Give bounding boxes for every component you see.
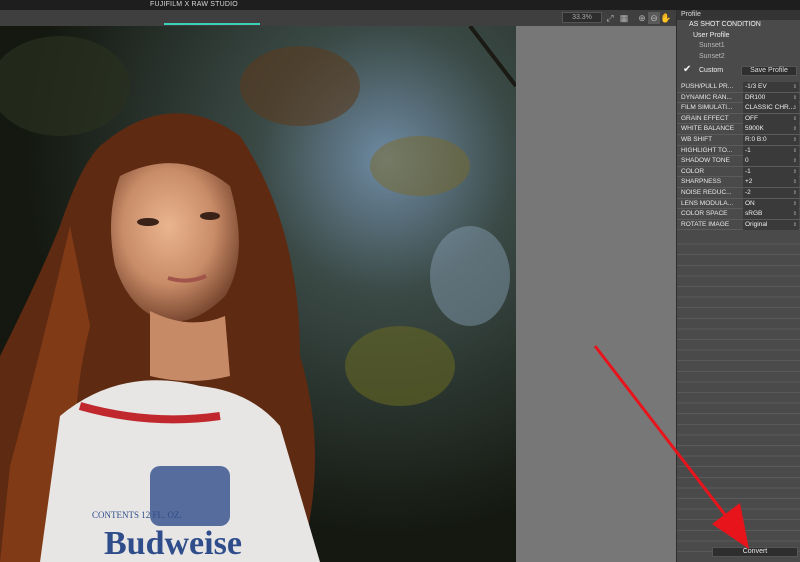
- updown-arrows-icon: ⇕: [792, 126, 797, 133]
- setting-label: FILM SIMULATI...: [681, 104, 733, 112]
- setting-value-select[interactable]: -1 ⇕: [743, 166, 799, 177]
- settings-list: PUSH/PULL PR... -1/3 EV ⇕ DYNAMIC RAN... DR1…: [677, 82, 800, 231]
- setting-label: COLOR SPACE: [681, 210, 728, 218]
- updown-arrows-icon: ⇕: [792, 179, 797, 186]
- zoom-in-icon[interactable]: ⊕: [636, 12, 648, 24]
- setting-label: LENS MODULA...: [681, 199, 734, 207]
- setting-value: -1: [745, 167, 751, 175]
- updown-arrows-icon: ⇕: [792, 115, 797, 122]
- setting-value: 0: [745, 157, 749, 165]
- setting-value: +2: [745, 178, 753, 186]
- setting-row: DYNAMIC RAN... DR100 ⇕: [677, 92, 800, 104]
- setting-value: DR100: [745, 93, 766, 101]
- setting-label: GRAIN EFFECT: [681, 114, 729, 122]
- shirt-text-brand: Budweise: [104, 525, 242, 562]
- checkmark-icon: ✔: [683, 64, 692, 75]
- shirt-text-small: CONTENTS 12 FL. OZ.: [92, 510, 182, 520]
- updown-arrows-icon: ⇕: [792, 136, 797, 143]
- setting-value: -1/3 EV: [745, 83, 767, 90]
- setting-label: WHITE BALANCE: [681, 125, 735, 133]
- setting-row: WHITE BALANCE 5900K ⇕: [677, 124, 800, 135]
- profile-item-sunset1[interactable]: Sunset1: [677, 41, 800, 52]
- setting-label: DYNAMIC RAN...: [681, 93, 732, 101]
- setting-value-select[interactable]: OFF ⇕: [743, 113, 799, 124]
- toolbar: 33.3% ⤢ ▦ ⊕ ⊖ ✋: [0, 10, 676, 26]
- save-profile-button[interactable]: Save Profile: [741, 66, 797, 76]
- setting-row: COLOR SPACE sRGB ⇕: [677, 209, 800, 220]
- setting-row: SHARPNESS +2 ⇕: [677, 177, 800, 188]
- setting-value-select[interactable]: R:0 B:0 ⇕: [743, 134, 799, 145]
- setting-value-select[interactable]: -2 ⇕: [743, 187, 799, 198]
- setting-label: SHADOW TONE: [681, 157, 730, 165]
- setting-value: R:0 B:0: [745, 135, 767, 143]
- progress-bar: [164, 23, 260, 25]
- setting-row: FILM SIMULATI... CLASSIC CHR... ⇕: [677, 103, 800, 114]
- setting-row: GRAIN EFFECT OFF ⇕: [677, 113, 800, 125]
- convert-button[interactable]: Convert: [712, 547, 798, 557]
- setting-value-select[interactable]: sRGB ⇕: [743, 209, 799, 220]
- setting-value-select[interactable]: -1/3 EV ⇕: [743, 82, 799, 92]
- preview-photo: CONTENTS 12 FL. OZ. Budweise: [0, 26, 516, 562]
- setting-value-select[interactable]: CLASSIC CHR... ⇕: [743, 103, 799, 114]
- updown-arrows-icon: ⇕: [792, 168, 797, 175]
- setting-value-select[interactable]: DR100 ⇕: [743, 92, 799, 103]
- setting-value: CLASSIC CHR...: [745, 104, 795, 112]
- setting-label: HIGHLIGHT TO...: [681, 146, 733, 154]
- setting-value-select[interactable]: +2 ⇕: [743, 177, 799, 188]
- setting-value-select[interactable]: ON ⇕: [743, 198, 799, 209]
- setting-value: -2: [745, 188, 751, 196]
- setting-row: ROTATE IMAGE Original ⇕: [677, 219, 800, 231]
- custom-label: Custom: [699, 67, 724, 74]
- setting-value-select[interactable]: 0 ⇕: [743, 156, 799, 167]
- setting-row: PUSH/PULL PR... -1/3 EV ⇕: [677, 82, 800, 93]
- zoom-out-icon[interactable]: ⊖: [648, 12, 660, 24]
- setting-row: SHADOW TONE 0 ⇕: [677, 156, 800, 167]
- zoom-level-display[interactable]: 33.3%: [562, 12, 602, 23]
- photo-illustration: CONTENTS 12 FL. OZ. Budweise: [0, 26, 516, 562]
- updown-arrows-icon: ⇕: [792, 211, 797, 218]
- setting-value: OFF: [745, 114, 758, 122]
- updown-arrows-icon: ⇕: [792, 84, 797, 90]
- setting-row: WB SHIFT R:0 B:0 ⇕: [677, 134, 800, 146]
- profile-as-shot[interactable]: AS SHOT CONDITION: [677, 20, 800, 31]
- settings-empty-rows: [677, 234, 800, 552]
- updown-arrows-icon: ⇕: [792, 189, 797, 196]
- setting-label: COLOR: [681, 167, 705, 175]
- updown-arrows-icon: ⇕: [792, 221, 797, 228]
- profile-user-group[interactable]: User Profile: [677, 31, 800, 42]
- setting-value: ON: [745, 199, 755, 207]
- setting-row: LENS MODULA... ON ⇕: [677, 198, 800, 210]
- setting-label: PUSH/PULL PR...: [681, 83, 734, 90]
- profile-item-sunset2[interactable]: Sunset2: [677, 52, 800, 63]
- updown-arrows-icon: ⇕: [792, 105, 797, 112]
- setting-row: NOISE REDUC... -2 ⇕: [677, 187, 800, 199]
- setting-row: HIGHLIGHT TO... -1 ⇕: [677, 145, 800, 157]
- title-bar: FUJIFILM X RAW STUDIO: [0, 0, 800, 10]
- setting-value: Original: [745, 220, 768, 228]
- setting-value: 5900K: [745, 125, 764, 133]
- panel-header: Profile: [677, 10, 800, 20]
- updown-arrows-icon: ⇕: [792, 94, 797, 101]
- image-viewer[interactable]: CONTENTS 12 FL. OZ. Budweise: [0, 26, 676, 562]
- hand-icon[interactable]: ✋: [660, 12, 672, 24]
- window-title: FUJIFILM X RAW STUDIO: [150, 1, 238, 8]
- setting-value-select[interactable]: -1 ⇕: [743, 145, 799, 156]
- setting-label: NOISE REDUC...: [681, 188, 732, 196]
- setting-value-select[interactable]: 5900K ⇕: [743, 124, 799, 135]
- updown-arrows-icon: ⇕: [792, 158, 797, 165]
- setting-value: sRGB: [745, 210, 763, 218]
- updown-arrows-icon: ⇕: [792, 200, 797, 207]
- custom-profile-row: ✔ Custom Save Profile: [677, 64, 800, 78]
- grid-icon[interactable]: ▦: [618, 12, 630, 24]
- setting-value-select[interactable]: Original ⇕: [743, 219, 799, 230]
- setting-row: COLOR -1 ⇕: [677, 166, 800, 178]
- setting-label: ROTATE IMAGE: [681, 220, 730, 228]
- setting-value: -1: [745, 146, 751, 154]
- setting-label: WB SHIFT: [681, 135, 713, 143]
- updown-arrows-icon: ⇕: [792, 147, 797, 154]
- settings-panel: Profile AS SHOT CONDITION User Profile S…: [676, 10, 800, 562]
- setting-label: SHARPNESS: [681, 178, 722, 186]
- fit-icon[interactable]: ⤢: [604, 12, 616, 24]
